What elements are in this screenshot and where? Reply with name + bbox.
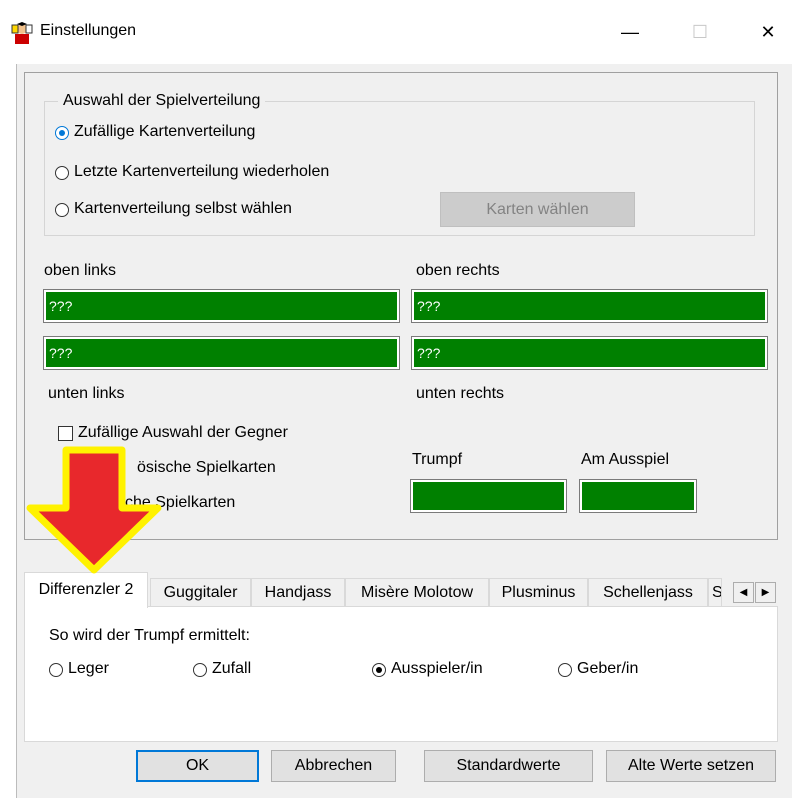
radio-geber[interactable] [558,663,572,677]
radio-label-geber: Geber/in [577,660,639,677]
jass-app-icon [10,22,34,46]
radio-label-ausspieler: Ausspieler/in [391,660,483,677]
tab-plusminus[interactable]: Plusminus [489,578,588,606]
window-title: Einstellungen [40,22,137,39]
random-opponents-label: Zufällige Auswahl der Gegner [78,424,288,441]
radio-label-choose: Kartenverteilung selbst wählen [74,200,292,217]
player-bottom-right-field[interactable]: ??? [411,336,768,370]
radio-label-zufall: Zufall [212,660,252,677]
tab-handjass[interactable]: Handjass [251,578,345,606]
radio-repeat-distribution[interactable] [55,166,69,180]
minimize-button[interactable]: — [610,14,650,50]
choose-cards-button[interactable]: Karten wählen [440,192,635,227]
radio-label-random: Zufällige Kartenverteilung [74,123,256,140]
tab-guggitaler[interactable]: Guggitaler [150,578,251,606]
player-top-right-field[interactable]: ??? [411,289,768,323]
trump-label: Trumpf [412,451,463,468]
tab-partial[interactable]: S [708,578,722,606]
tab-differenzler-2[interactable]: Differenzler 2 [24,572,148,608]
maximize-button[interactable]: ☐ [680,14,720,50]
radio-label-repeat: Letzte Kartenverteilung wiederholen [74,163,330,180]
radio-choose-distribution[interactable] [55,203,69,217]
ok-button[interactable]: OK [136,750,259,782]
restore-old-values-button[interactable]: Alte Werte setzen [606,750,776,782]
distribution-legend: Auswahl der Spielverteilung [58,92,266,110]
radio-random-distribution[interactable] [55,126,69,140]
tab-scroll-right-icon[interactable]: ▶ [755,582,776,603]
radio-zufall[interactable] [193,663,207,677]
label-bottom-right: unten rechts [416,385,505,402]
tab-misere-molotow[interactable]: Misère Molotow [345,578,489,606]
label-top-right: oben rechts [416,262,500,279]
tab-schellenjass[interactable]: Schellenjass [588,578,708,606]
lead-indicator [579,479,697,513]
red-arrow-annotation [18,446,168,576]
random-opponents-checkbox[interactable] [58,426,73,441]
trump-indicator [410,479,567,513]
tab-scroll-left-icon[interactable]: ◀ [733,582,754,603]
radio-ausspieler[interactable] [372,663,386,677]
trump-method-prompt: So wird der Trumpf ermittelt: [49,627,250,644]
lead-label: Am Ausspiel [581,451,670,468]
player-bottom-left-field[interactable]: ??? [43,336,400,370]
label-bottom-left: unten links [48,385,125,402]
label-top-left: oben links [44,262,117,279]
close-button[interactable]: ✕ [748,14,788,50]
cancel-button[interactable]: Abbrechen [271,750,396,782]
radio-label-leger: Leger [68,660,109,677]
player-top-left-field[interactable]: ??? [43,289,400,323]
radio-leger[interactable] [49,663,63,677]
defaults-button[interactable]: Standardwerte [424,750,593,782]
